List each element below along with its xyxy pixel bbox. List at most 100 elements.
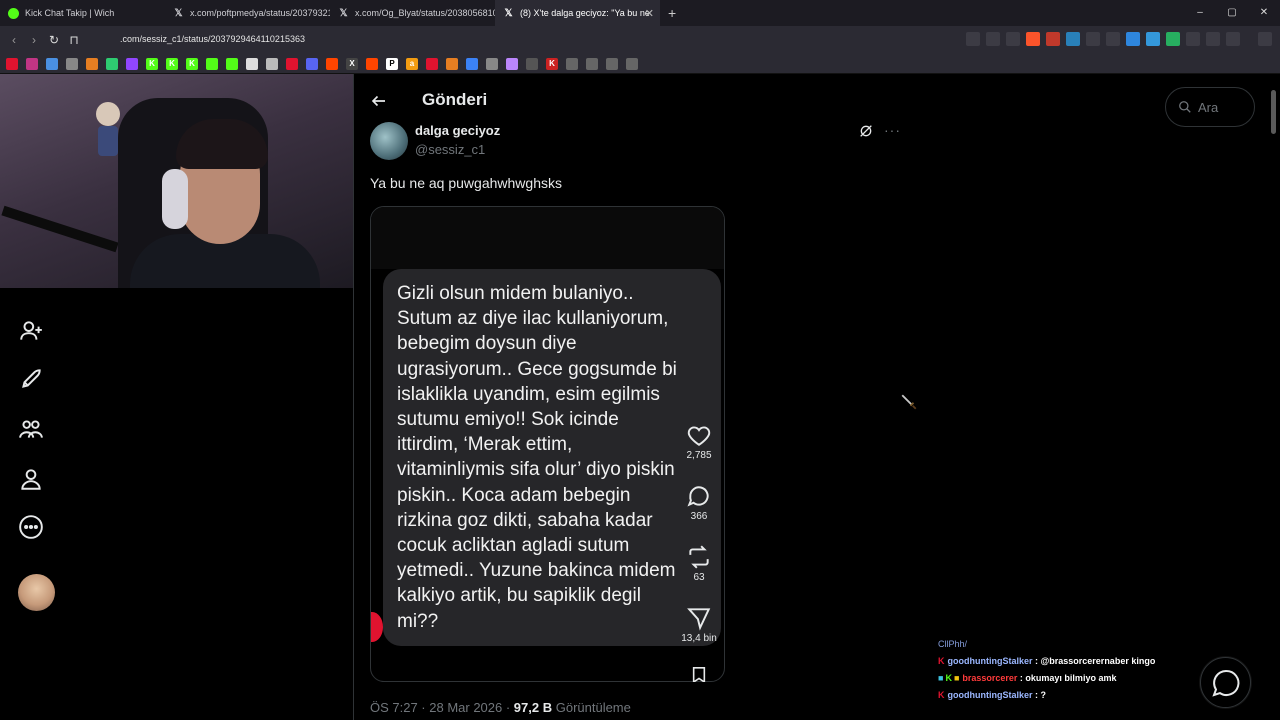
bookmarks-bar: KKKXPaK [0, 54, 1280, 74]
repost-button[interactable]: 63 [670, 544, 728, 583]
bookmark-item-icon[interactable] [586, 57, 598, 70]
profile-icon[interactable] [18, 466, 44, 492]
bookmark-item-icon[interactable] [506, 57, 518, 70]
streamer-hair [176, 119, 268, 169]
brave-shield-icon[interactable] [1026, 32, 1040, 46]
chat-text: ? [1040, 690, 1047, 700]
bookmark-item-icon[interactable]: K [146, 57, 158, 70]
minimize-button[interactable]: – [1184, 0, 1216, 26]
reload-icon[interactable]: ↻ [44, 33, 64, 47]
sidebar-icon[interactable] [1226, 32, 1240, 46]
menu-icon[interactable] [1258, 32, 1272, 46]
bookmark-item-icon[interactable]: K [546, 57, 558, 70]
extension-icon[interactable] [1166, 32, 1180, 46]
window-controls: – ▢ ✕ [1184, 0, 1280, 26]
bookmark-item-icon[interactable] [226, 57, 238, 70]
screen-icon[interactable] [966, 32, 980, 46]
tab-x-og-blyat[interactable]: 𝕏 x.com/Og_Blyat/status/20380568104 [330, 0, 495, 26]
chat-message: KgoodhuntingStalker : @brassorcerernaber… [938, 653, 1155, 670]
close-tab-icon[interactable]: ✕ [645, 7, 654, 20]
extension-icon[interactable] [1186, 32, 1200, 46]
bookmark-item-icon[interactable] [626, 57, 638, 70]
extension-icon[interactable] [1066, 32, 1080, 46]
extension-icon[interactable] [1146, 32, 1160, 46]
sub-badge-icon: ■ [953, 673, 960, 683]
close-window-button[interactable]: ✕ [1248, 0, 1280, 26]
tab-x-dalga-geciyoz[interactable]: 𝕏 (8) X'te dalga geciyoz: "Ya bu ne ✕ [495, 0, 660, 26]
post-meta: ÖS 7:27 · 28 Mar 2026 · 97,2 B Görüntüle… [370, 700, 631, 715]
extension-icon[interactable] [1046, 32, 1060, 46]
account-avatar[interactable] [18, 574, 55, 611]
author-name[interactable]: dalga geciyoz [415, 123, 500, 138]
bookmark-icon[interactable]: ⊓ [64, 33, 84, 47]
extension-icon[interactable] [1106, 32, 1120, 46]
communities-icon[interactable] [18, 416, 44, 442]
chat-message: KgoodhuntingStalker : ? [938, 687, 1155, 704]
bookmark-item-icon[interactable] [6, 57, 18, 70]
bookmark-item-icon[interactable]: K [186, 57, 198, 70]
bookmark-item-icon[interactable] [86, 57, 98, 70]
bookmark-item-icon[interactable] [106, 57, 118, 70]
bookmark-item-icon[interactable] [606, 57, 618, 70]
chat-username: goodhuntingStalker [947, 690, 1033, 700]
share-icon[interactable] [1006, 32, 1020, 46]
page-scrollbar[interactable] [1271, 90, 1276, 134]
more-options-icon[interactable] [18, 514, 44, 540]
messages-button[interactable] [1200, 657, 1251, 708]
sword-cursor-icon [901, 394, 917, 410]
grok-icon[interactable] [858, 123, 874, 139]
bookmark-item-icon[interactable] [566, 57, 578, 70]
post-text: Ya bu ne aq puwgahwhwghsks [370, 175, 562, 191]
puzzle-icon[interactable] [1206, 32, 1220, 46]
chat-message: ■ K ■ brassorcerer : okumayı bilmiyo amk [938, 670, 1155, 687]
like-button[interactable]: 2,785 [670, 422, 728, 461]
bookmark-item-icon[interactable]: X [346, 57, 358, 70]
bookmark-item-icon[interactable] [206, 57, 218, 70]
bookmark-item-icon[interactable] [266, 57, 278, 70]
bookmark-item-icon[interactable] [46, 57, 58, 70]
bookmark-item-icon[interactable] [246, 57, 258, 70]
maximize-button[interactable]: ▢ [1216, 0, 1248, 26]
red-indicator [371, 612, 383, 642]
bookmark-item-icon[interactable] [526, 57, 538, 70]
author-avatar[interactable] [370, 122, 408, 160]
bookmark-item-icon[interactable] [466, 57, 478, 70]
forward-nav-icon[interactable]: › [24, 33, 44, 47]
extension-icon[interactable] [1086, 32, 1100, 46]
bookmark-item-icon[interactable] [486, 57, 498, 70]
chat-text: okumayı bilmiyo amk [1025, 673, 1117, 683]
back-arrow-icon[interactable] [370, 92, 388, 110]
new-tab-button[interactable]: + [660, 5, 684, 21]
bookmark-item-icon[interactable] [26, 57, 38, 70]
repost-icon [689, 545, 709, 569]
address-bar[interactable]: .com/sessiz_c1/status/203792946411021536… [120, 34, 305, 44]
bookmark-item-icon[interactable] [66, 57, 78, 70]
bookmark-item-icon[interactable] [286, 57, 298, 70]
bookmark-item-icon[interactable]: a [406, 57, 418, 70]
bookmark-item-icon[interactable] [126, 57, 138, 70]
share-button[interactable]: 13,4 bin [670, 605, 728, 644]
follow-icon[interactable] [18, 318, 44, 344]
search-icon [1179, 101, 1191, 113]
bookmark-item-icon[interactable] [366, 57, 378, 70]
repost-count: 63 [693, 572, 705, 583]
author-handle[interactable]: @sessiz_c1 [415, 142, 485, 157]
post-timestamp[interactable]: ÖS 7:27 · 28 Mar 2026 · [370, 700, 514, 715]
tab-kick-chat[interactable]: Kick Chat Takip | Wich [0, 0, 165, 26]
bookmark-button[interactable] [670, 666, 728, 682]
bookmark-item-icon[interactable] [306, 57, 318, 70]
reply-button[interactable]: 366 [670, 483, 728, 522]
tab-x-poftpmedya[interactable]: 𝕏 x.com/poftpmedya/status/203793211 [165, 0, 330, 26]
rocket-icon[interactable] [18, 366, 44, 392]
search-box[interactable]: Ara [1165, 87, 1255, 127]
more-options-icon[interactable]: ··· [884, 122, 901, 138]
bookmark-item-icon[interactable] [326, 57, 338, 70]
extension-icon[interactable] [1126, 32, 1140, 46]
bookmark-item-icon[interactable]: P [386, 57, 398, 70]
bookmark-item-icon[interactable] [426, 57, 438, 70]
column-divider [353, 74, 354, 720]
bookmark-item-icon[interactable] [446, 57, 458, 70]
back-nav-icon[interactable]: ‹ [4, 33, 24, 47]
zoom-icon[interactable] [986, 32, 1000, 46]
bookmark-item-icon[interactable]: K [166, 57, 178, 70]
